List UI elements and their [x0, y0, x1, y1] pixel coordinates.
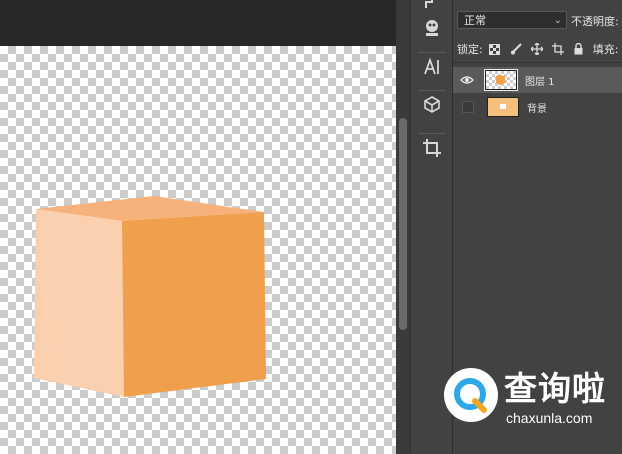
panel-divider [453, 62, 622, 63]
layer-thumbnail [484, 69, 518, 91]
layer-name: 背景 [527, 103, 547, 115]
lock-all-icon[interactable] [570, 41, 588, 57]
blend-mode-value: 正常 [464, 14, 486, 27]
3d-icon[interactable] [418, 90, 446, 119]
canvas-pasteboard [0, 0, 396, 46]
layer-row-layer1[interactable]: 图层 1 [453, 67, 622, 93]
magnifier-q-icon [454, 378, 487, 413]
crop-icon[interactable] [418, 133, 446, 162]
layer-row-background[interactable]: 背景 [453, 94, 622, 120]
eye-icon[interactable] [457, 67, 477, 93]
watermark-url: chaxunla.com [506, 410, 593, 426]
visibility-toggle[interactable] [462, 101, 474, 113]
blend-mode-select[interactable]: 正常 ⌄ [457, 11, 567, 29]
lock-image-pixels-icon[interactable] [507, 41, 525, 57]
watermark-brand: 查询啦 [504, 369, 606, 408]
lock-artboard-icon[interactable] [549, 41, 567, 57]
watermark-logo: 查询啦 chaxunla.com [436, 362, 616, 440]
lock-position-icon[interactable] [528, 41, 546, 57]
character-icon[interactable] [418, 52, 446, 81]
chevron-down-icon: ⌄ [553, 15, 562, 26]
scrollbar-thumb[interactable] [399, 118, 407, 330]
clone-source-icon[interactable] [418, 14, 446, 42]
orange-cube-shape[interactable] [0, 46, 396, 454]
layer-name: 图层 1 [525, 76, 555, 88]
cube-right-face [122, 212, 266, 397]
layer-thumbnail [487, 97, 519, 117]
cube-left-face [34, 209, 124, 397]
fill-label: 填充: [592, 43, 619, 56]
lock-row: 锁定: 填充: [457, 40, 618, 58]
document-area [0, 0, 396, 454]
opacity-label: 不透明度: [571, 15, 619, 28]
lock-label: 锁定: [457, 43, 483, 56]
lock-transparent-pixels-icon[interactable] [486, 41, 504, 57]
canvas-vertical-scrollbar[interactable] [396, 0, 410, 454]
